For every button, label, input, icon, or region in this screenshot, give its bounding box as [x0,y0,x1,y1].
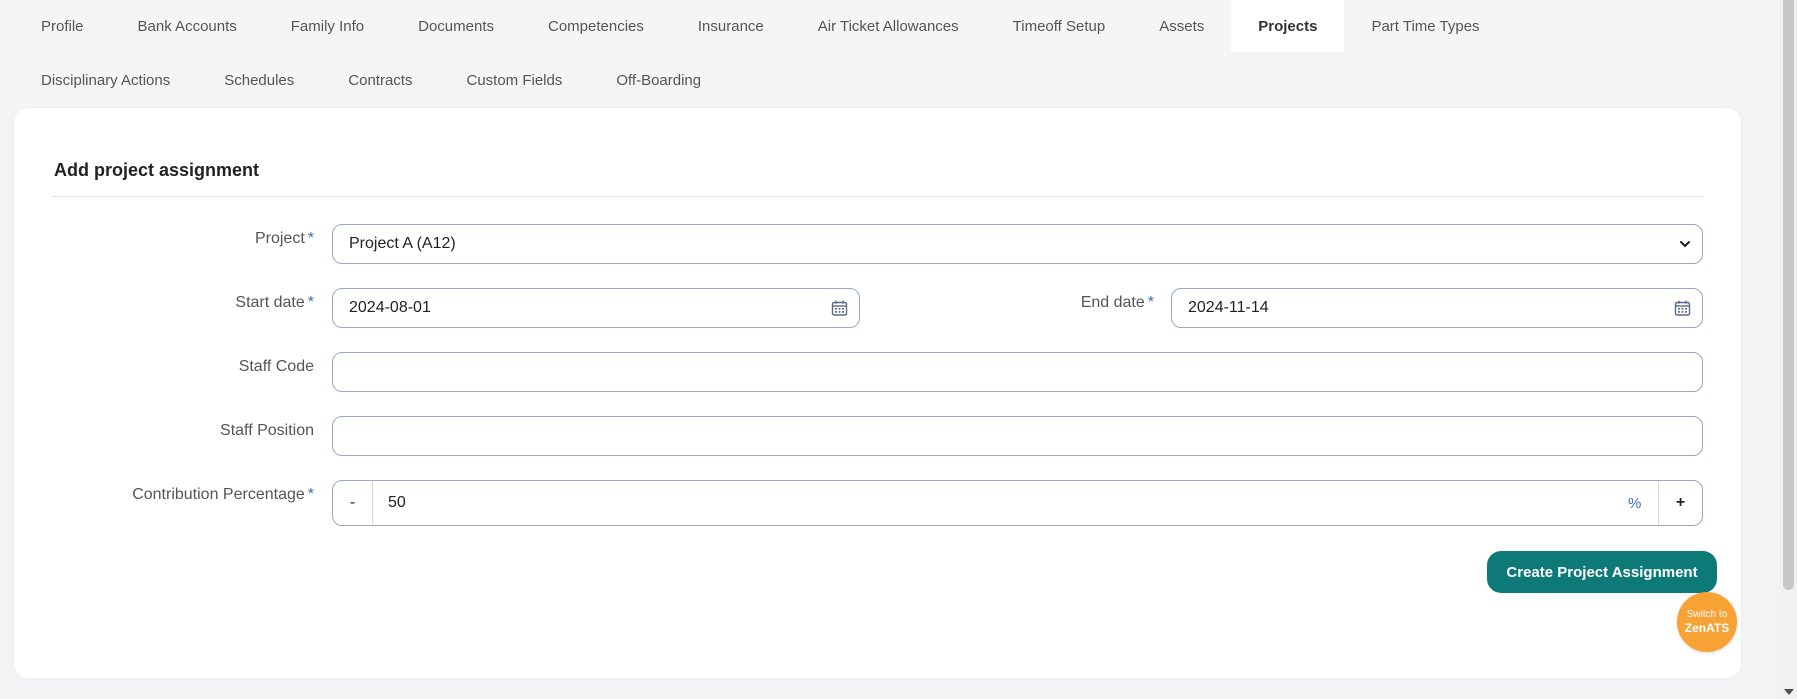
create-project-assignment-button[interactable]: Create Project Assignment [1487,551,1717,593]
staff-position-label: Staff Position [114,422,314,440]
project-assignment-card: Add project assignment Project * Project … [14,108,1741,678]
vertical-scrollbar[interactable] [1780,0,1797,699]
staff-position-label-text: Staff Position [220,422,314,439]
fab-line-1: Switch to [1686,608,1728,620]
fab-line-2: ZenATS [1684,620,1730,635]
tab-bank-accounts[interactable]: Bank Accounts [111,0,264,52]
tab-part-time-types[interactable]: Part Time Types [1344,0,1506,52]
start-date-input[interactable]: 2024-08-01 [332,288,860,328]
end-date-label: End date * [914,294,1154,312]
end-date-value: 2024-11-14 [1188,299,1269,316]
required-mark: * [307,294,314,311]
tab-row-1: Profile Bank Accounts Family Info Docume… [14,0,1741,52]
start-date-value: 2024-08-01 [349,299,431,316]
form-title: Add project assignment [54,160,260,180]
start-date-label: Start date * [114,294,314,312]
scroll-down-arrow-icon[interactable] [1784,689,1794,695]
tab-row-2: Disciplinary Actions Schedules Contracts… [14,52,1741,108]
project-label: Project * [114,230,314,248]
project-label-text: Project [254,230,305,247]
percent-unit: % [1628,494,1642,512]
end-date-label-text: End date [1080,294,1145,311]
start-date-label-text: Start date [235,294,305,311]
tab-timeoff-setup[interactable]: Timeoff Setup [986,0,1133,52]
tab-family-info[interactable]: Family Info [264,0,391,52]
profile-tabs: Profile Bank Accounts Family Info Docume… [14,0,1741,108]
title-divider [52,196,1703,197]
required-mark: * [307,486,314,503]
tab-schedules[interactable]: Schedules [197,52,321,108]
staff-code-input[interactable] [332,352,1703,392]
staff-code-label-text: Staff Code [238,358,314,375]
tab-custom-fields[interactable]: Custom Fields [439,52,589,108]
scrollbar-thumb[interactable] [1783,0,1794,590]
page: Profile Bank Accounts Family Info Docume… [14,0,1741,699]
decrement-button[interactable]: - [333,481,373,525]
contribution-input[interactable]: 50 [373,494,1628,512]
tab-projects[interactable]: Projects [1231,0,1345,52]
tab-contracts[interactable]: Contracts [321,52,439,108]
tab-documents[interactable]: Documents [391,0,521,52]
chevron-down-icon [1680,241,1690,247]
contribution-label: Contribution Percentage * [74,486,314,504]
required-mark: * [307,230,314,247]
tab-insurance[interactable]: Insurance [671,0,791,52]
staff-position-input[interactable] [332,416,1703,456]
tab-assets[interactable]: Assets [1132,0,1231,52]
tab-off-boarding[interactable]: Off-Boarding [589,52,728,108]
tab-competencies[interactable]: Competencies [521,0,671,52]
tab-profile[interactable]: Profile [14,0,111,52]
increment-button[interactable]: + [1658,481,1702,525]
calendar-icon[interactable] [1674,300,1691,317]
switch-to-zenats-button[interactable]: Switch to ZenATS [1677,592,1737,652]
project-select-value: Project A (A12) [349,235,456,252]
end-date-input[interactable]: 2024-11-14 [1171,288,1703,328]
calendar-icon[interactable] [831,300,848,317]
tab-air-ticket-allowances[interactable]: Air Ticket Allowances [791,0,986,52]
contribution-label-text: Contribution Percentage [132,486,305,503]
project-select[interactable]: Project A (A12) [332,224,1703,264]
required-mark: * [1147,294,1154,311]
tab-disciplinary-actions[interactable]: Disciplinary Actions [14,52,197,108]
staff-code-label: Staff Code [114,358,314,376]
contribution-stepper: - 50 % + [332,480,1703,526]
